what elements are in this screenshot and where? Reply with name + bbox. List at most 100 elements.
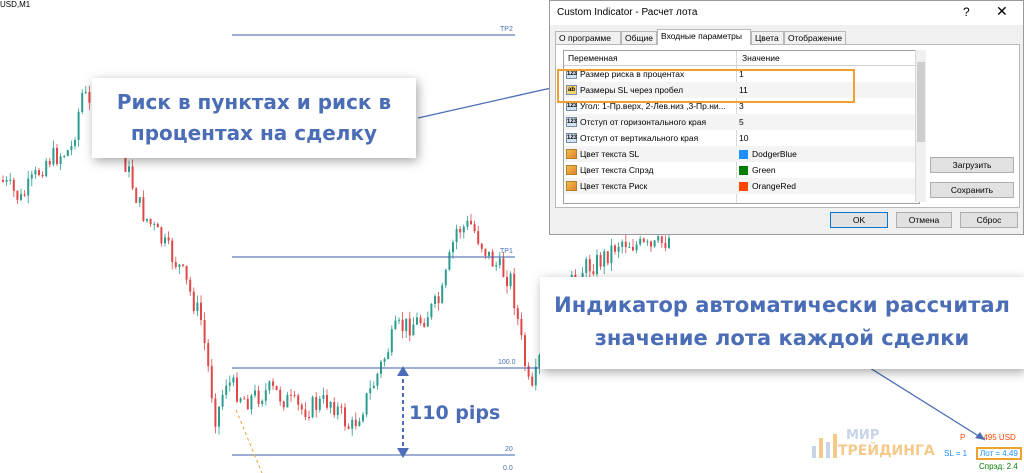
scrollbar-thumb[interactable] bbox=[917, 62, 925, 142]
bear-candle bbox=[614, 245, 616, 252]
level-100-label: 100.0 bbox=[498, 359, 516, 366]
parameter-row[interactable]: Цвет текста SL DodgerBlue bbox=[564, 146, 919, 162]
bear-candle bbox=[632, 246, 634, 251]
bull-candle bbox=[639, 238, 642, 245]
bear-candle bbox=[326, 395, 328, 408]
bear-candle bbox=[257, 390, 260, 404]
bear-candle bbox=[135, 188, 138, 203]
bull-candle bbox=[164, 237, 166, 244]
bull-candle bbox=[498, 258, 501, 266]
close-icon[interactable]: ✕ bbox=[996, 3, 1008, 20]
bear-candle bbox=[56, 147, 58, 165]
bear-candle bbox=[419, 317, 422, 324]
parameter-row[interactable]: Цвет текста Риск OrangeRed bbox=[564, 178, 919, 194]
bear-candle bbox=[340, 406, 343, 408]
tp1-label: TP1 bbox=[500, 248, 513, 255]
bear-candle bbox=[664, 243, 667, 248]
risk-info: Р 495 USD bbox=[960, 433, 1016, 442]
bull-candle bbox=[268, 381, 271, 391]
bull-candle bbox=[362, 414, 364, 422]
bull-candle bbox=[178, 264, 181, 267]
ok-button[interactable]: OK bbox=[830, 212, 888, 228]
bull-candle bbox=[372, 385, 375, 389]
bear-candle bbox=[513, 273, 516, 309]
bear-candle bbox=[516, 308, 519, 319]
bear-candle bbox=[207, 343, 210, 367]
parameter-value[interactable]: OrangeRed bbox=[752, 181, 796, 191]
parameter-name: Отступ от вертикального края bbox=[580, 133, 699, 143]
bear-candle bbox=[160, 227, 163, 244]
bull-candle bbox=[336, 406, 339, 415]
bear-candle bbox=[347, 426, 350, 429]
tp2-label: TP2 bbox=[500, 26, 513, 33]
tab-inputs[interactable]: Входные параметры bbox=[657, 29, 751, 45]
bear-candle bbox=[2, 180, 4, 182]
bull-candle bbox=[646, 241, 649, 243]
dialog-titlebar[interactable]: Custom Indicator - Расчет лота ? ✕ bbox=[550, 1, 1023, 25]
bull-candle bbox=[462, 226, 465, 233]
bull-candle bbox=[322, 395, 325, 399]
load-button[interactable]: Загрузить bbox=[930, 157, 1014, 173]
bull-candle bbox=[444, 269, 447, 286]
bull-candle bbox=[412, 324, 415, 336]
bull-candle bbox=[250, 395, 253, 410]
bull-candle bbox=[45, 160, 48, 177]
parameter-value[interactable]: 5 bbox=[739, 117, 744, 127]
column-value: Значение bbox=[742, 53, 780, 63]
bear-candle bbox=[200, 302, 202, 320]
tab-colors[interactable]: Цвета bbox=[751, 31, 784, 44]
bear-candle bbox=[88, 91, 91, 103]
tab-visualization[interactable]: Отображение bbox=[784, 31, 846, 44]
bull-candle bbox=[20, 194, 22, 200]
bull-candle bbox=[59, 156, 62, 165]
tab-about[interactable]: О программе bbox=[555, 31, 621, 44]
bear-candle bbox=[236, 377, 238, 402]
help-icon[interactable]: ? bbox=[963, 5, 970, 19]
bull-candle bbox=[52, 147, 55, 165]
bear-candle bbox=[401, 319, 404, 332]
bull-candle bbox=[5, 179, 8, 182]
bull-candle bbox=[434, 296, 436, 304]
parameter-value[interactable]: 10 bbox=[739, 133, 748, 143]
bull-candle bbox=[153, 223, 156, 225]
bear-candle bbox=[167, 237, 170, 241]
parameter-row[interactable]: Цвет текста Спрэд Green bbox=[564, 162, 919, 178]
save-button[interactable]: Сохранить bbox=[930, 182, 1014, 198]
bull-candle bbox=[441, 285, 444, 304]
logo-line2: ТРЕЙДИНГА bbox=[838, 443, 935, 459]
bull-candle bbox=[254, 390, 256, 396]
grid-header: Переменная Значение bbox=[564, 51, 919, 66]
bull-candle bbox=[387, 352, 390, 359]
bear-candle bbox=[477, 231, 480, 244]
bull-candle bbox=[81, 92, 84, 112]
spread-info: Спрэд: 2.4 bbox=[979, 462, 1018, 471]
bull-candle bbox=[261, 400, 264, 404]
bull-candle bbox=[534, 366, 537, 386]
bear-candle bbox=[246, 398, 249, 410]
highlight-risk-rows bbox=[557, 69, 855, 103]
bull-candle bbox=[376, 373, 379, 386]
bear-candle bbox=[174, 262, 177, 267]
reset-button[interactable]: Сброс bbox=[960, 212, 1018, 228]
bull-candle bbox=[9, 179, 12, 181]
bull-candle bbox=[228, 382, 231, 386]
parameter-row[interactable]: 123 Отступ от вертикального края 10 bbox=[564, 130, 919, 146]
cancel-button[interactable]: Отмена bbox=[896, 212, 952, 228]
callout-risk: Риск в пунктах и риск в процентах на сде… bbox=[92, 78, 416, 158]
parameter-value[interactable]: Green bbox=[752, 165, 776, 175]
bear-candle bbox=[650, 241, 652, 247]
bull-candle bbox=[430, 303, 433, 318]
bull-candle bbox=[509, 273, 512, 287]
bear-candle bbox=[149, 218, 152, 225]
bull-candle bbox=[416, 317, 418, 325]
bear-candle bbox=[48, 160, 51, 165]
grid-scrollbar[interactable] bbox=[915, 50, 926, 202]
bear-candle bbox=[624, 241, 627, 248]
tab-common[interactable]: Общие bbox=[621, 31, 657, 44]
bull-candle bbox=[225, 385, 228, 395]
parameter-row[interactable]: 123 Отступ от горизонтального края 5 bbox=[564, 114, 919, 130]
parameter-value[interactable]: DodgerBlue bbox=[752, 149, 797, 159]
bear-candle bbox=[520, 318, 523, 336]
bull-candle bbox=[394, 320, 397, 330]
bear-candle bbox=[189, 279, 192, 292]
